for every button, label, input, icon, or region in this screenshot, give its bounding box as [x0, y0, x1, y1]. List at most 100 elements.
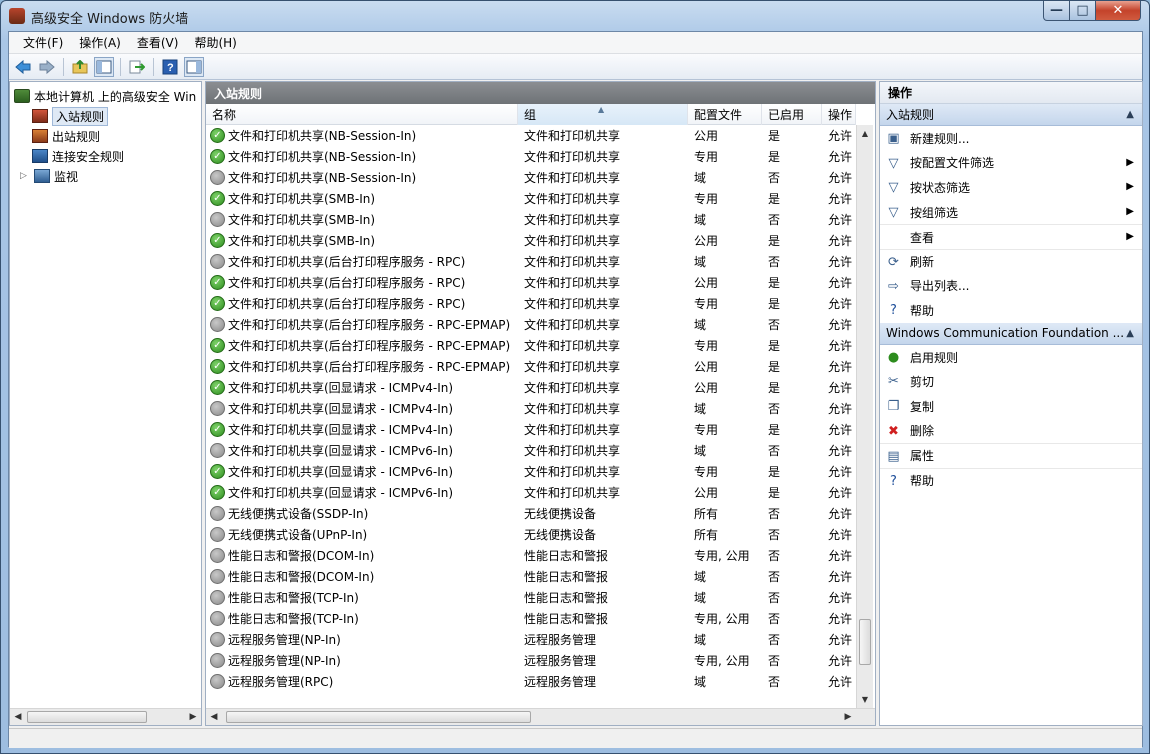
table-row[interactable]: ✓ 文件和打印机共享(回显请求 - ICMPv4-In) 文件和打印机共享 专用 是 允许: [206, 419, 856, 440]
action-label: 属性: [910, 449, 935, 464]
column-name[interactable]: 名称: [206, 104, 518, 125]
action-item[interactable]: ● 启用规则: [880, 345, 1142, 370]
rule-disabled-icon: [210, 170, 225, 185]
table-row[interactable]: 文件和打印机共享(SMB-In) 文件和打印机共享 域 否 允许: [206, 209, 856, 230]
rule-group: 文件和打印机共享: [524, 129, 621, 143]
column-enabled[interactable]: 已启用: [762, 104, 822, 125]
table-row[interactable]: 性能日志和警报(TCP-In) 性能日志和警报 域 否 允许: [206, 587, 856, 608]
tree-root[interactable]: 本地计算机 上的高级安全 Win: [14, 87, 196, 105]
table-row[interactable]: ✓ 文件和打印机共享(NB-Session-In) 文件和打印机共享 专用 是 允许: [206, 146, 856, 167]
actions-list-selected-rule: ● 启用规则 ✂ 剪切 ❐ 复制 ✖ 删除 ▤ 属性? 帮助: [880, 345, 1142, 493]
column-action[interactable]: 操作: [822, 104, 856, 125]
scrollbar-thumb[interactable]: [27, 711, 147, 723]
actions-section-selected-rule[interactable]: Windows Communication Foundation ... ▲: [880, 322, 1142, 345]
table-row[interactable]: ✓ 文件和打印机共享(SMB-In) 文件和打印机共享 公用 是 允许: [206, 230, 856, 251]
table-row[interactable]: 性能日志和警报(DCOM-In) 性能日志和警报 域 否 允许: [206, 566, 856, 587]
action-item[interactable]: ▣ 新建规则...: [880, 126, 1142, 151]
table-row[interactable]: 文件和打印机共享(NB-Session-In) 文件和打印机共享 域 否 允许: [206, 167, 856, 188]
table-row[interactable]: 文件和打印机共享(后台打印程序服务 - RPC) 文件和打印机共享 域 否 允许: [206, 251, 856, 272]
table-row[interactable]: 远程服务管理(RPC) 远程服务管理 域 否 允许: [206, 671, 856, 692]
action-item[interactable]: ? 帮助: [880, 467, 1142, 493]
close-button[interactable]: ✕: [1095, 1, 1141, 21]
forward-icon[interactable]: [37, 57, 57, 77]
rule-profile: 专用, 公用: [694, 654, 750, 668]
actions-section-inbound[interactable]: 入站规则 ▲: [880, 104, 1142, 126]
toolbar: ?: [9, 54, 1142, 80]
tree-item-connection-security-rules[interactable]: 连接安全规则: [32, 147, 124, 165]
minimize-button[interactable]: —: [1043, 1, 1070, 21]
action-item[interactable]: ▽ 按状态筛选 ▶: [880, 175, 1142, 200]
scroll-right-icon[interactable]: ▶: [185, 709, 201, 725]
rule-profile: 专用: [694, 339, 719, 353]
table-row[interactable]: 远程服务管理(NP-In) 远程服务管理 专用, 公用 否 允许: [206, 650, 856, 671]
action-item[interactable]: ⟳ 刷新: [880, 248, 1142, 274]
rule-name: 文件和打印机共享(后台打印程序服务 - RPC): [228, 255, 466, 269]
scroll-left-icon[interactable]: ◀: [10, 709, 26, 725]
scroll-left-icon[interactable]: ◀: [206, 709, 222, 725]
table-row[interactable]: ✓ 文件和打印机共享(回显请求 - ICMPv4-In) 文件和打印机共享 公用 是 允许: [206, 377, 856, 398]
table-row[interactable]: 远程服务管理(NP-In) 远程服务管理 域 否 允许: [206, 629, 856, 650]
expand-arrow-icon[interactable]: ▷: [20, 171, 30, 181]
table-row[interactable]: ✓ 文件和打印机共享(后台打印程序服务 - RPC-EPMAP) 文件和打印机共享 公…: [206, 356, 856, 377]
table-row[interactable]: ✓ 文件和打印机共享(回显请求 - ICMPv6-In) 文件和打印机共享 公用 是 允许: [206, 482, 856, 503]
rule-enabled: 否: [768, 318, 781, 332]
rule-enabled: 否: [768, 171, 781, 185]
scroll-right-icon[interactable]: ▶: [840, 709, 856, 725]
table-row[interactable]: 性能日志和警报(TCP-In) 性能日志和警报 专用, 公用 否 允许: [206, 608, 856, 629]
table-row[interactable]: ✓ 文件和打印机共享(后台打印程序服务 - RPC-EPMAP) 文件和打印机共享 专…: [206, 335, 856, 356]
action-item[interactable]: ▤ 属性: [880, 443, 1142, 468]
action-item[interactable]: ? 帮助: [880, 298, 1142, 323]
rule-enabled: 否: [768, 444, 781, 458]
tree-item-outbound-rules[interactable]: 出站规则: [32, 127, 100, 145]
actions-list-inbound: ▣ 新建规则... ▽ 按配置文件筛选 ▶ ▽ 按状态筛选 ▶ ▽ 按组筛选 ▶ 查看 ▶ ⟳ 刷新 ⇨ 导出列…: [880, 126, 1142, 323]
title-bar[interactable]: 高级安全 Windows 防火墙 — □ ✕: [1, 1, 1149, 31]
table-row[interactable]: 无线便携式设备(UPnP-In) 无线便携设备 所有 否 允许: [206, 524, 856, 545]
back-icon[interactable]: [13, 57, 33, 77]
table-row[interactable]: ✓ 文件和打印机共享(NB-Session-In) 文件和打印机共享 公用 是 允许: [206, 125, 856, 146]
menu-view[interactable]: 查看(V): [129, 34, 187, 51]
tree-item-monitoring[interactable]: ▷ 监视: [20, 167, 78, 185]
rule-action: 允许: [828, 129, 853, 143]
rule-profile: 专用: [694, 192, 719, 206]
rules-vertical-scrollbar[interactable]: ▲ ▼: [856, 125, 873, 708]
action-label: 删除: [910, 424, 935, 439]
tree-item-inbound-rules[interactable]: 入站规则: [32, 106, 109, 126]
action-item[interactable]: ▽ 按配置文件筛选 ▶: [880, 151, 1142, 176]
maximize-button[interactable]: □: [1069, 1, 1096, 21]
menu-file[interactable]: 文件(F): [15, 34, 71, 51]
scrollbar-thumb[interactable]: [859, 619, 871, 665]
scrollbar-thumb[interactable]: [226, 711, 531, 723]
table-row[interactable]: ✓ 文件和打印机共享(SMB-In) 文件和打印机共享 专用 是 允许: [206, 188, 856, 209]
action-item[interactable]: ⇨ 导出列表...: [880, 274, 1142, 299]
action-item[interactable]: 查看 ▶: [880, 224, 1142, 249]
collapse-icon[interactable]: ▲: [1126, 328, 1134, 339]
action-item[interactable]: ❐ 复制: [880, 394, 1142, 419]
scroll-up-icon[interactable]: ▲: [857, 125, 873, 141]
table-row[interactable]: 文件和打印机共享(回显请求 - ICMPv6-In) 文件和打印机共享 域 否 允许: [206, 440, 856, 461]
menu-help[interactable]: 帮助(H): [186, 34, 244, 51]
tree-horizontal-scrollbar[interactable]: ◀ ▶: [10, 708, 201, 725]
collapse-icon[interactable]: ▲: [1126, 109, 1134, 120]
action-item[interactable]: ▽ 按组筛选 ▶: [880, 200, 1142, 225]
export-icon[interactable]: [127, 57, 147, 77]
table-row[interactable]: 无线便携式设备(SSDP-In) 无线便携设备 所有 否 允许: [206, 503, 856, 524]
help-icon[interactable]: ?: [160, 57, 180, 77]
filter-icon: ▽: [888, 155, 899, 171]
rule-profile: 公用: [694, 276, 719, 290]
table-row[interactable]: ✓ 文件和打印机共享(后台打印程序服务 - RPC) 文件和打印机共享 专用 是 允许: [206, 293, 856, 314]
show-hide-action-pane-icon[interactable]: [184, 56, 204, 77]
table-row[interactable]: 文件和打印机共享(回显请求 - ICMPv4-In) 文件和打印机共享 域 否 允许: [206, 398, 856, 419]
column-profile[interactable]: 配置文件: [688, 104, 762, 125]
rule-group: 文件和打印机共享: [524, 339, 621, 353]
menu-action[interactable]: 操作(A): [71, 34, 129, 51]
table-row[interactable]: 文件和打印机共享(后台打印程序服务 - RPC-EPMAP) 文件和打印机共享 域 否…: [206, 314, 856, 335]
action-item[interactable]: ✖ 删除: [880, 419, 1142, 444]
up-folder-icon[interactable]: [70, 57, 90, 77]
show-hide-tree-icon[interactable]: [94, 56, 114, 77]
action-item[interactable]: ✂ 剪切: [880, 369, 1142, 394]
scroll-down-icon[interactable]: ▼: [857, 691, 873, 707]
rules-horizontal-scrollbar[interactable]: ◀ ▶: [206, 708, 875, 725]
table-row[interactable]: ✓ 文件和打印机共享(后台打印程序服务 - RPC) 文件和打印机共享 公用 是 允许: [206, 272, 856, 293]
table-row[interactable]: 性能日志和警报(DCOM-In) 性能日志和警报 专用, 公用 否 允许: [206, 545, 856, 566]
table-row[interactable]: ✓ 文件和打印机共享(回显请求 - ICMPv6-In) 文件和打印机共享 专用 是 允许: [206, 461, 856, 482]
